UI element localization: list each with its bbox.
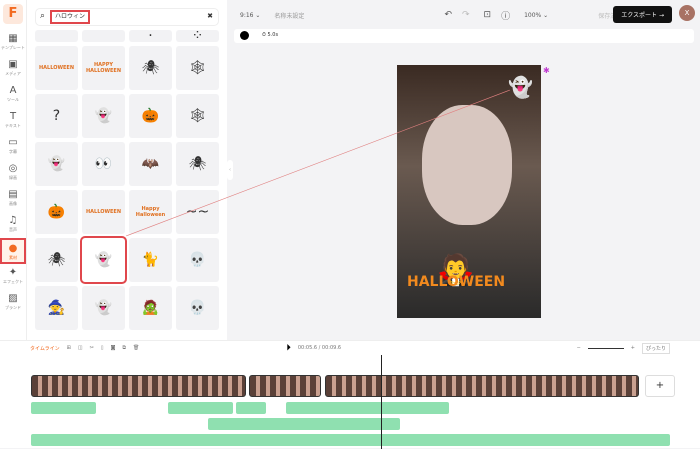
audio-track[interactable] [31,434,670,446]
add-icon[interactable]: ⊞ [67,345,71,351]
video-clip[interactable] [325,375,639,397]
mask-icon[interactable]: ▯ [101,345,104,351]
time-display: 00:05.6 / 00:09.6 [297,345,342,351]
connector-line [125,89,511,237]
fit-button[interactable]: ぴったり [641,342,670,354]
add-clip-button[interactable]: + [645,375,675,397]
audio-clip[interactable] [236,402,266,414]
zoom-slider[interactable] [587,347,624,349]
delete-icon[interactable]: 🗑 [133,345,139,351]
split-icon[interactable]: ◫ [78,345,83,351]
audio-clip[interactable] [31,402,96,414]
video-clip[interactable] [249,375,321,397]
duplicate-icon[interactable]: ⧉ [122,345,126,351]
timeline-toggle[interactable]: タイムライン [30,345,60,352]
speed-icon[interactable]: ◙ [111,345,116,351]
zoom-out-icon[interactable]: − [577,345,581,351]
cut-icon[interactable]: ✂ [90,345,94,351]
video-clip[interactable] [31,375,246,397]
audio-clip[interactable] [208,418,400,430]
timeline: タイムライン ⊞ ◫ ✂ ▯ ◙ ⧉ 🗑 ⏵ 00:05.6 / 00:09.6 − + ぴ… [0,340,700,449]
zoom-in-icon[interactable]: + [631,345,635,351]
audio-clip[interactable] [168,402,233,414]
play-button[interactable]: ⏵ [286,343,291,353]
audio-clip[interactable] [286,402,449,414]
playhead[interactable] [381,355,382,449]
